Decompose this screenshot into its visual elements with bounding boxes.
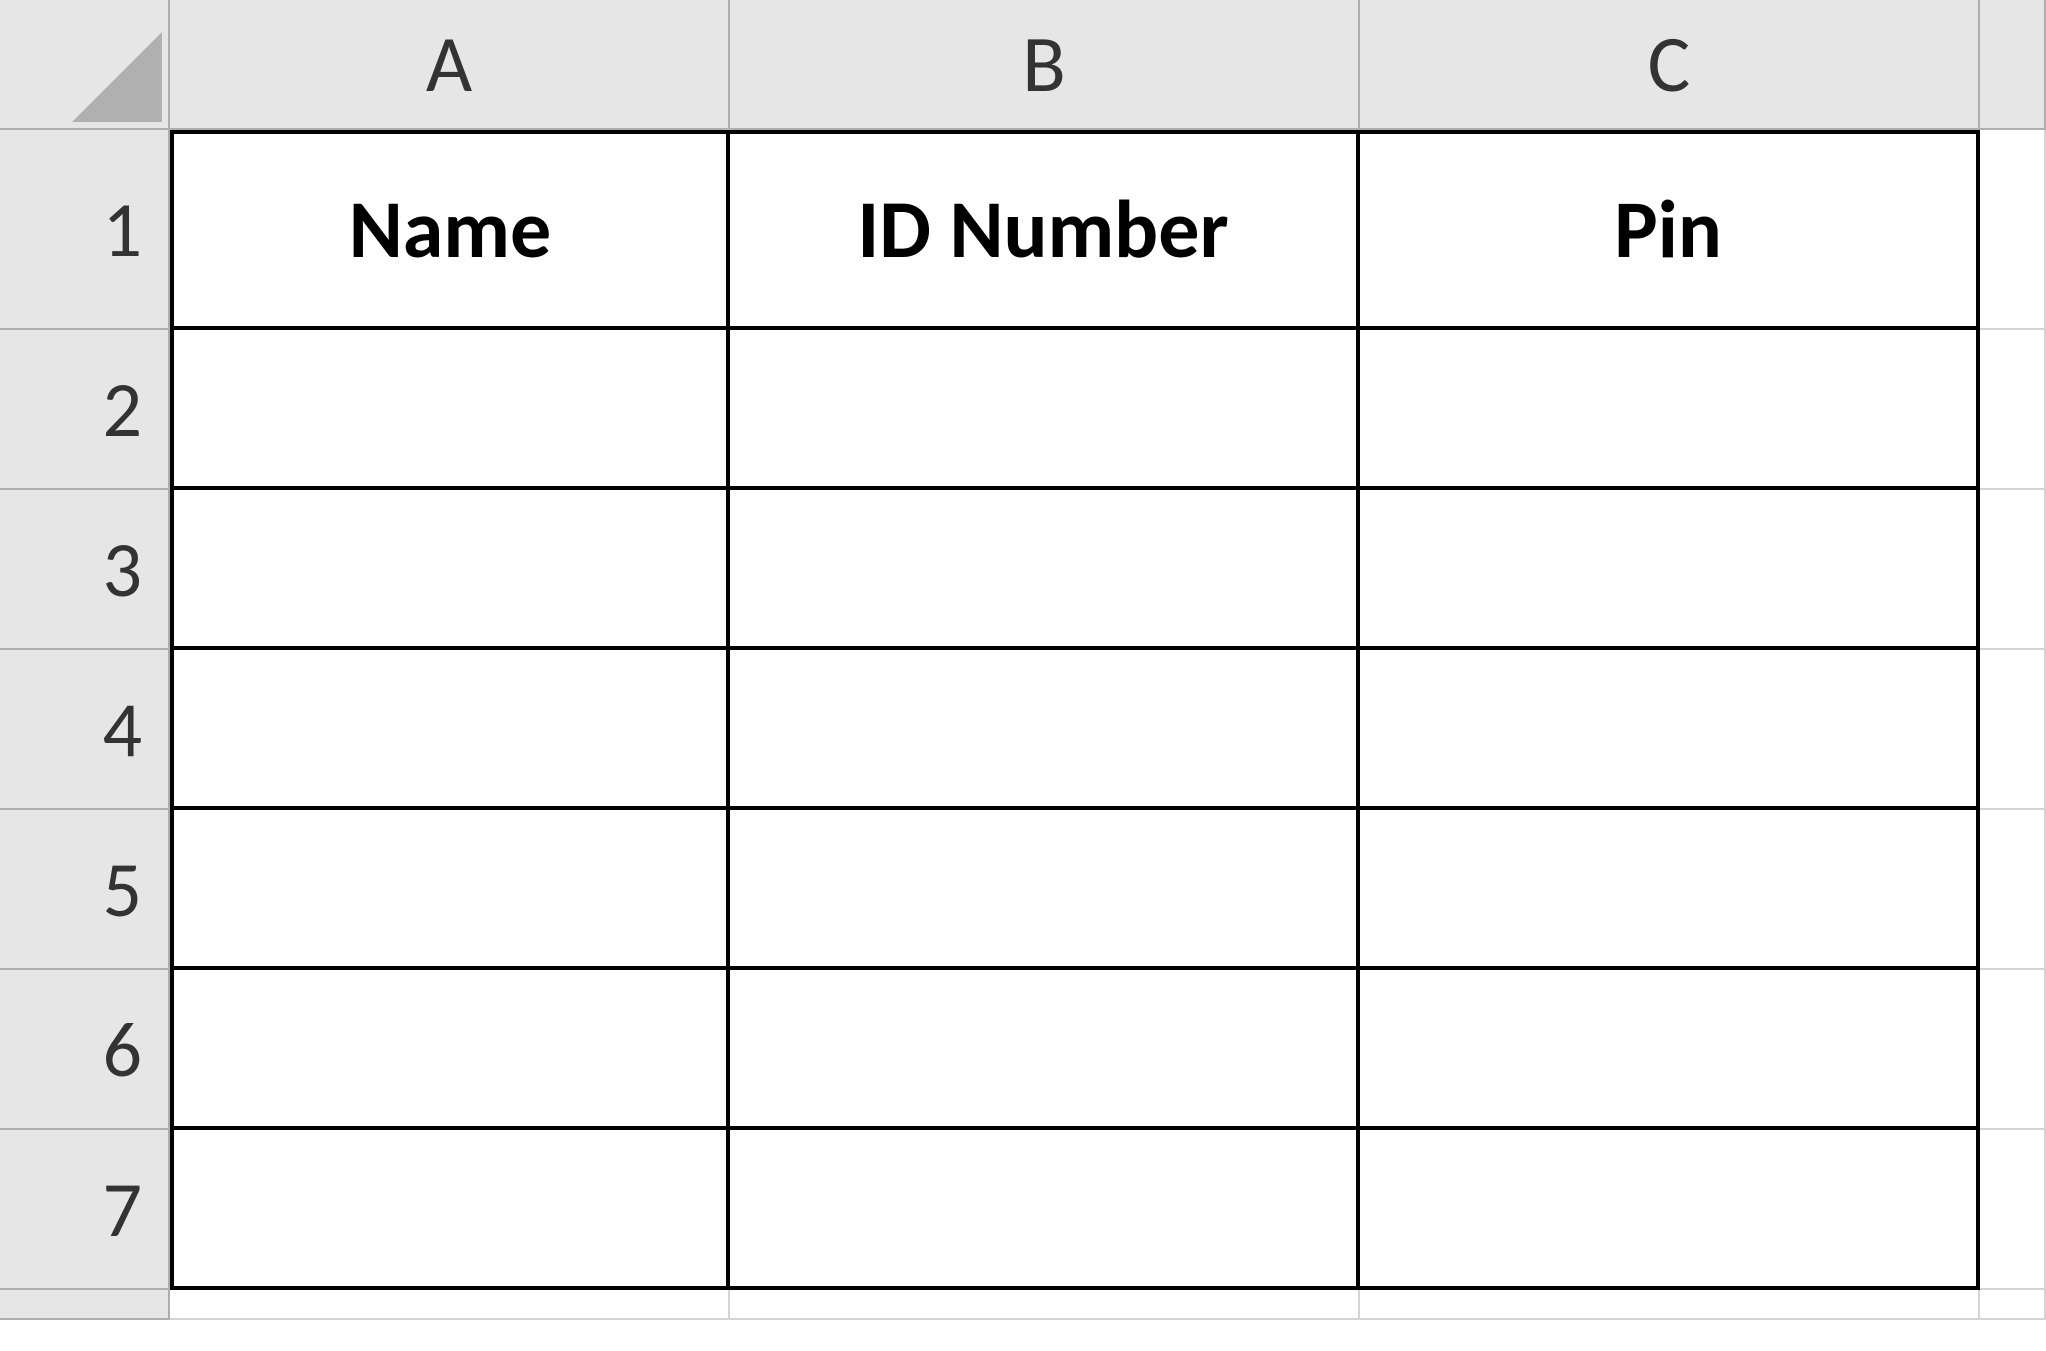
cell-C5[interactable] (1360, 810, 1980, 970)
cell-C4[interactable] (1360, 650, 1980, 810)
cell-A3[interactable] (170, 490, 730, 650)
cell-B5[interactable] (730, 810, 1360, 970)
row-header-6[interactable]: 6 (0, 970, 170, 1130)
column-header-next[interactable] (1980, 0, 2046, 130)
cell-D2[interactable] (1980, 330, 2046, 490)
cell-C1[interactable]: Pin (1360, 130, 1980, 330)
cell-A1[interactable]: Name (170, 130, 730, 330)
cell-C6[interactable] (1360, 970, 1980, 1130)
cell-D6[interactable] (1980, 970, 2046, 1130)
cell-A2[interactable] (170, 330, 730, 490)
select-all-triangle-icon (72, 32, 162, 122)
cell-B8[interactable] (730, 1290, 1360, 1320)
cell-D8[interactable] (1980, 1290, 2046, 1320)
cell-D1[interactable] (1980, 130, 2046, 330)
row-header-5[interactable]: 5 (0, 810, 170, 970)
row-header-3[interactable]: 3 (0, 490, 170, 650)
cell-C8[interactable] (1360, 1290, 1980, 1320)
cell-A6[interactable] (170, 970, 730, 1130)
cell-B7[interactable] (730, 1130, 1360, 1290)
spreadsheet-grid: A B C 1 Name ID Number Pin 2 3 4 5 6 7 (0, 0, 2046, 1351)
cell-A4[interactable] (170, 650, 730, 810)
column-header-A[interactable]: A (170, 0, 730, 130)
cell-C2[interactable] (1360, 330, 1980, 490)
cell-B1[interactable]: ID Number (730, 130, 1360, 330)
cell-B2[interactable] (730, 330, 1360, 490)
row-header-7[interactable]: 7 (0, 1130, 170, 1290)
row-header-2[interactable]: 2 (0, 330, 170, 490)
cell-A5[interactable] (170, 810, 730, 970)
row-header-4[interactable]: 4 (0, 650, 170, 810)
cell-C7[interactable] (1360, 1130, 1980, 1290)
cell-D5[interactable] (1980, 810, 2046, 970)
cell-A8[interactable] (170, 1290, 730, 1320)
cell-B3[interactable] (730, 490, 1360, 650)
column-header-C[interactable]: C (1360, 0, 1980, 130)
row-header-next[interactable] (0, 1290, 170, 1320)
row-header-1[interactable]: 1 (0, 130, 170, 330)
select-all-corner[interactable] (0, 0, 170, 130)
cell-D7[interactable] (1980, 1130, 2046, 1290)
cell-D3[interactable] (1980, 490, 2046, 650)
column-header-B[interactable]: B (730, 0, 1360, 130)
cell-B4[interactable] (730, 650, 1360, 810)
cell-D4[interactable] (1980, 650, 2046, 810)
cell-B6[interactable] (730, 970, 1360, 1130)
cell-C3[interactable] (1360, 490, 1980, 650)
cell-A7[interactable] (170, 1130, 730, 1290)
